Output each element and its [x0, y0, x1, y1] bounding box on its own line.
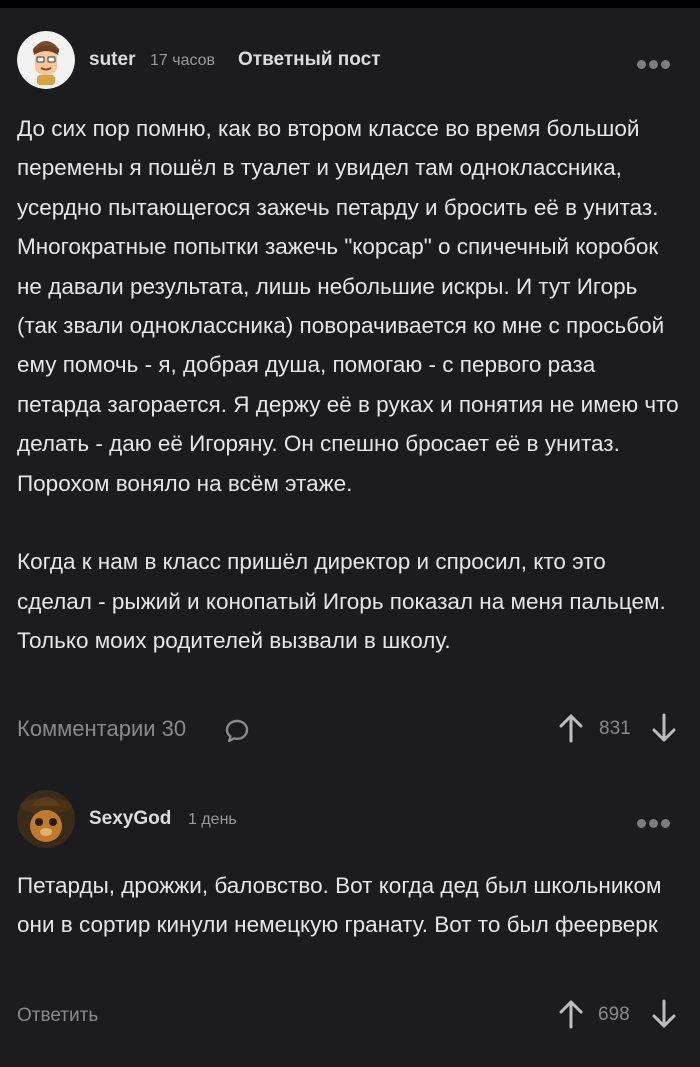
comment-author-avatar[interactable]: [17, 790, 75, 848]
post-time: 17 часов: [150, 52, 216, 69]
reply-button[interactable]: Ответить: [17, 1005, 98, 1027]
post-tag[interactable]: Ответный пост: [238, 49, 381, 71]
post-author-name[interactable]: suter: [89, 49, 135, 71]
top-status-strip: [0, 0, 700, 8]
comment-author-name[interactable]: SexyGod: [89, 808, 171, 830]
arrow-up-icon[interactable]: [558, 998, 584, 1030]
comment-time: 1 день: [188, 811, 237, 828]
post-footer: Комментарии 30 831: [0, 710, 700, 750]
post-header: suter 17 часов Ответный пост: [0, 28, 700, 92]
comment-bubble-icon[interactable]: [224, 718, 250, 744]
comment-rating: 698: [598, 1004, 630, 1025]
more-dots-icon[interactable]: [637, 815, 675, 828]
avatar-cartoon-icon: [17, 31, 75, 89]
post-author-avatar[interactable]: [17, 31, 75, 89]
comment-footer: Ответить 698: [0, 996, 700, 1036]
arrow-down-icon[interactable]: [651, 712, 677, 744]
more-dots-icon[interactable]: [637, 56, 675, 69]
comment-header: SexyGod 1 день: [0, 787, 700, 851]
post-body: До сих пор помню, как во втором классе в…: [17, 116, 679, 654]
arrow-up-icon[interactable]: [558, 712, 584, 744]
post-rating: 831: [599, 718, 631, 739]
avatar-cat-hat-icon: [17, 790, 75, 848]
comment-body: Петарды, дрожжи, баловство. Вот когда де…: [17, 873, 668, 938]
arrow-down-icon[interactable]: [651, 998, 677, 1030]
comments-link[interactable]: Комментарии 30: [17, 716, 186, 742]
